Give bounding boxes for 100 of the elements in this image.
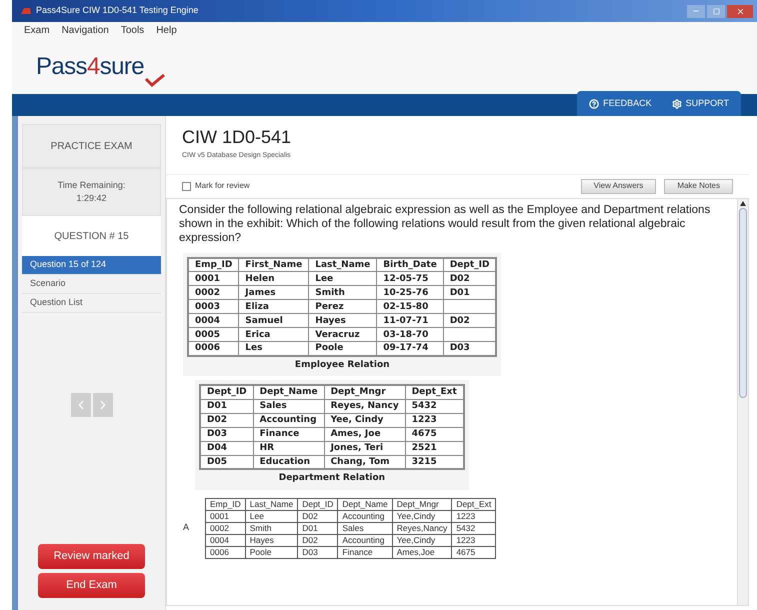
logo: Pass4sure [36, 52, 144, 80]
table-cell: D02 [298, 534, 338, 546]
menu-item[interactable]: Navigation [62, 23, 109, 38]
maximize-icon [712, 8, 720, 14]
table-cell: Finance [253, 427, 324, 441]
table-header-cell: Last_Name [245, 498, 298, 510]
checkbox[interactable] [182, 182, 191, 190]
table-cell: 1223 [452, 534, 496, 546]
time-value: 1:29:42 [76, 192, 107, 205]
table-cell: Finance [338, 546, 392, 558]
scrollbar[interactable] [737, 198, 748, 605]
close-icon [736, 6, 744, 16]
checkbox-label: Mark for review [195, 180, 250, 192]
table-cell: Hayes [308, 314, 377, 328]
menu-item[interactable]: Exam [24, 23, 50, 38]
table-cell: 11-07-71 [376, 314, 444, 328]
header-tab[interactable]: FEEDBACK [589, 96, 652, 110]
table-cell: James [238, 286, 309, 300]
table-cell: Yee,Cindy [392, 534, 452, 546]
window-title: Pass4Sure CIW 1D0-541 Testing Engine [36, 4, 198, 18]
table-cell: D03 [298, 546, 338, 558]
table-cell: 0001 [206, 510, 246, 522]
table-cell: Hayes [245, 534, 298, 546]
table-header-cell: Birth_Date [376, 258, 444, 272]
close-button[interactable] [727, 4, 753, 18]
table-cell: Sales [338, 522, 392, 534]
table-header-cell: Dept_ID [443, 258, 496, 272]
table-cell: 12-05-75 [376, 272, 444, 286]
exam-title: CIW 1D0-541 [182, 126, 292, 149]
previous-button[interactable] [70, 393, 90, 417]
mode-panel: PRACTICE EXAM [22, 124, 161, 168]
table-cell: Accounting [338, 510, 392, 522]
table-cell: D02 [443, 272, 496, 286]
header-tab[interactable]: SUPPORT [672, 96, 729, 110]
table-cell: 03-18-70 [376, 328, 444, 342]
table-cell: D02 [200, 413, 254, 427]
scroll-up-icon[interactable] [740, 200, 746, 206]
table-header-cell: Dept_Ext [405, 385, 464, 399]
table-cell: Helen [238, 272, 309, 286]
toolbar-button[interactable]: Make Notes [664, 178, 733, 194]
table-header-cell: Dept_Name [253, 385, 324, 399]
toolbar-button[interactable]: View Answers [580, 178, 656, 194]
next-button[interactable] [92, 393, 112, 417]
maximize-button[interactable] [707, 4, 725, 18]
table-cell: D01 [200, 399, 254, 413]
table-cell: D04 [200, 441, 254, 455]
table-cell: 0001 [188, 272, 239, 286]
table-header-cell: Dept_ID [200, 385, 254, 399]
table-cell: D01 [443, 286, 496, 300]
table-cell: Accounting [338, 534, 392, 546]
table-cell: D02 [443, 314, 496, 328]
table-header-cell: First_Name [238, 258, 309, 272]
question-number: QUESTION # 15 [22, 216, 161, 256]
table-cell: 4675 [452, 546, 496, 558]
settings-icon [672, 98, 682, 108]
sidebar-button[interactable]: Review marked [38, 544, 145, 569]
table-cell: 5432 [405, 399, 464, 413]
table-cell: 0002 [188, 286, 239, 300]
table-cell: 5432 [452, 522, 496, 534]
table-cell: Ames,Joe [392, 546, 452, 558]
table-header-cell: Last_Name [308, 258, 377, 272]
table-header-cell: Dept_Mngr [324, 385, 406, 399]
table-cell: Yee,Cindy [392, 510, 452, 522]
table-cell: 0003 [188, 300, 239, 314]
nav-item[interactable]: Question 15 of 124 [22, 256, 161, 275]
table-cell: 4675 [405, 427, 464, 441]
table-cell: Erica [238, 328, 309, 342]
table-cell: Samuel [238, 314, 309, 328]
table-cell: 2521 [405, 441, 464, 455]
help-icon [589, 98, 600, 108]
table-cell: 1223 [405, 413, 464, 427]
table-cell: D03 [200, 427, 254, 441]
option-letter: A [183, 521, 190, 534]
app-icon [20, 6, 32, 16]
menu-item[interactable]: Help [156, 23, 177, 38]
table-cell: Sales [253, 399, 324, 413]
table-cell: HR [253, 441, 324, 455]
table-cell: 1223 [452, 510, 496, 522]
table-cell: 02-15-80 [376, 300, 444, 314]
table-cell: D01 [298, 522, 338, 534]
question-text: Consider the following relational algebraic expression as well as the Employee and Department relations shown in the exhibit: Which of the following relations would result from the given relational algebraic expression? [179, 202, 712, 244]
table-cell: Reyes, Nancy [324, 399, 406, 413]
table-header-cell: Emp_ID [188, 258, 239, 272]
table-header-cell: Emp_ID [206, 498, 246, 510]
sidebar-button[interactable]: End Exam [38, 573, 145, 598]
table-cell: D02 [298, 510, 338, 522]
table-header-cell: Dept_Ext [452, 498, 496, 510]
table-cell: 10-25-76 [376, 286, 444, 300]
table-cell: Ames, Joe [324, 427, 406, 441]
table-header-cell: Dept_Mngr [392, 498, 452, 510]
table-cell: 0006 [206, 546, 246, 558]
table-cell: Smith [308, 286, 377, 300]
menu-item[interactable]: Tools [120, 23, 144, 38]
minimize-button[interactable] [687, 4, 705, 18]
table-cell: Poole [245, 546, 298, 558]
checkmark-icon [144, 72, 166, 86]
table-cell: Smith [245, 522, 298, 534]
table-header-cell: Dept_Name [338, 498, 392, 510]
table-header-cell: Dept_ID [298, 498, 338, 510]
table-cell: Veracruz [308, 328, 377, 342]
